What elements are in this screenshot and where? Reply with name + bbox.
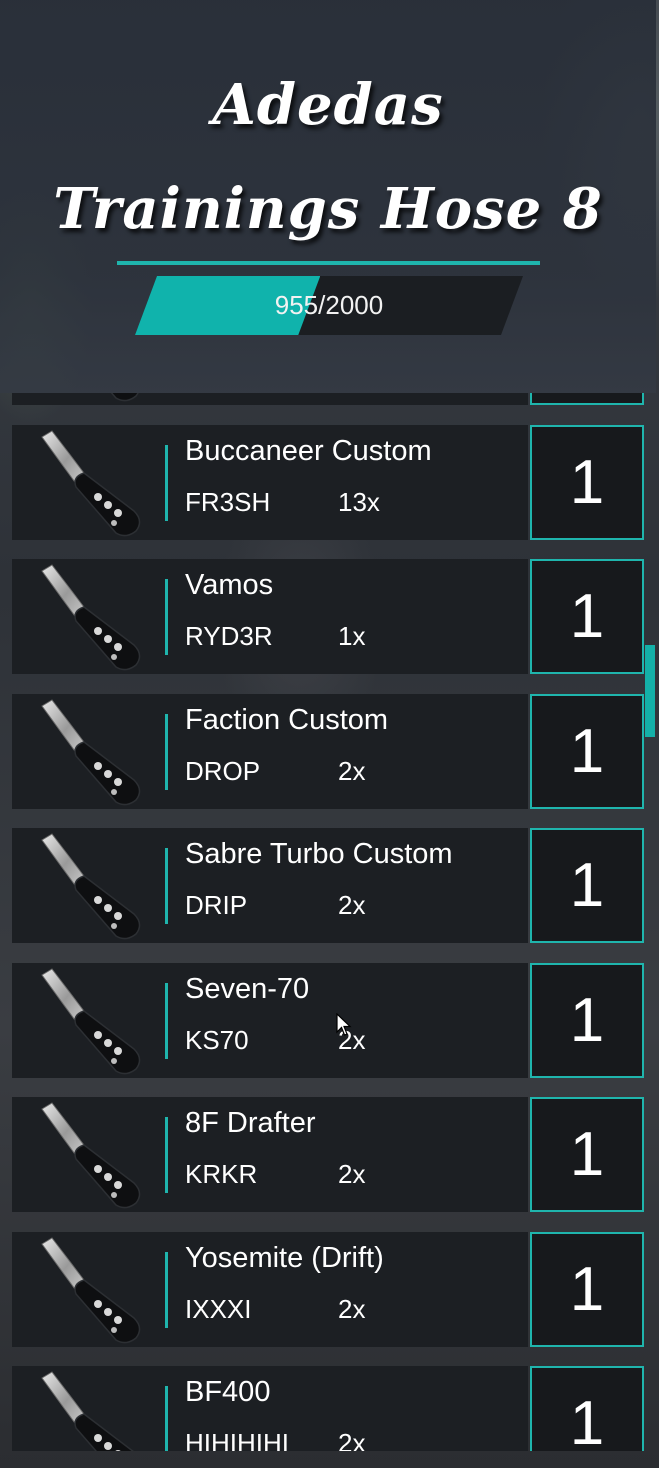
item-accent-bar [165,982,168,1059]
item-name: Vamos [185,569,274,601]
item-accent-bar [165,579,168,655]
item-quantity-box[interactable]: 1 [530,559,644,674]
item-card[interactable]: Faction Custom DROP 2x [12,693,528,809]
item-count: 2x [338,1159,366,1189]
inventory-item[interactable]: Sabre Turbo Custom DRIP 2x 1 [12,828,644,943]
car-key-icon [41,698,141,805]
item-card[interactable]: Buccaneer Custom FR3SH 13x [12,424,528,540]
item-count: 1x [338,621,366,651]
inventory-item[interactable]: Faction Custom DROP 2x 1 [12,693,644,809]
list-scrollbar-thumb[interactable] [645,645,655,737]
inventory-title-line-1: Adedas [212,72,444,138]
item-quantity-box[interactable]: 1 [530,1366,644,1451]
item-name: Sabre Turbo Custom [185,838,453,870]
item-plate: KRKR [185,1159,258,1189]
item-quantity-box[interactable] [530,393,644,405]
item-name: Buccaneer Custom [185,434,432,467]
item-quantity-box[interactable]: 1 [530,962,644,1078]
car-key-icon [41,564,141,671]
item-accent-bar [165,1251,168,1328]
item-name: 8F Drafter [185,1107,316,1139]
item-card[interactable] [12,393,528,405]
item-card[interactable]: Sabre Turbo Custom DRIP 2x [12,828,528,943]
mouse-cursor-icon [336,1013,352,1036]
inventory-item[interactable]: 8F Drafter KRKR 2x 1 [12,1097,644,1212]
item-count: 2x [338,890,366,920]
item-quantity-box[interactable]: 1 [530,424,644,540]
inventory-item[interactable] [12,393,644,405]
item-card[interactable]: Yosemite (Drift) IXXXI 2x [12,1231,528,1347]
inventory-header: Adedas Trainings Hose 8 955/2000 [0,0,656,393]
item-accent-bar [165,1117,168,1193]
item-plate: FR3SH [185,486,271,517]
item-card[interactable]: 8F Drafter KRKR 2x [12,1097,528,1212]
item-plate: RYD3R [185,621,273,651]
inventory-item[interactable]: BF400 HIHIHIHI 2x 1 [12,1366,644,1451]
item-card[interactable]: BF400 HIHIHIHI 2x [12,1366,528,1451]
car-key-icon [41,833,141,940]
item-name: Yosemite (Drift) [185,1241,384,1274]
inventory-title-line-2: Trainings Hose 8 [53,176,603,242]
item-name: Faction Custom [185,703,389,736]
item-card[interactable]: Seven-70 KS70 2x [12,962,528,1078]
item-name: BF400 [185,1376,271,1408]
item-accent-bar [165,848,168,924]
item-name: Seven-70 [185,972,310,1005]
car-key-icon [41,967,141,1074]
item-accent-bar [165,444,168,521]
inventory-item[interactable]: Yosemite (Drift) IXXXI 2x 1 [12,1231,644,1347]
car-key-icon [41,1371,134,1451]
item-count: 13x [338,486,380,517]
inventory-item[interactable]: Buccaneer Custom FR3SH 13x 1 [12,424,644,540]
item-accent-bar [165,1386,168,1451]
capacity-progress-text: 955/2000 [274,290,384,320]
item-accent-bar [165,713,168,790]
item-count: 2x [338,1293,366,1324]
item-plate: DROP [185,755,261,786]
item-quantity-box[interactable]: 1 [530,1097,644,1212]
item-count: 2x [338,1428,366,1451]
title-underline [117,261,540,265]
car-key-icon [41,429,141,536]
item-card[interactable]: Vamos RYD3R 1x [12,559,528,674]
inventory-item[interactable]: Seven-70 KS70 2x 1 [12,962,644,1078]
item-quantity-box[interactable]: 1 [530,693,644,809]
car-key-icon [41,1236,141,1343]
inventory-list[interactable]: Buccaneer Custom FR3SH 13x 1 Vamos RYD3R… [0,393,656,1451]
item-quantity-box[interactable]: 1 [530,828,644,943]
item-plate: IXXXI [185,1293,252,1324]
car-key-icon [41,1102,141,1209]
item-quantity-box[interactable]: 1 [530,1231,644,1347]
inventory-item[interactable]: Vamos RYD3R 1x 1 [12,559,644,674]
capacity-progress-bar: 955/2000 [135,276,523,335]
item-plate: HIHIHIHI [185,1428,289,1451]
car-key-icon [110,393,139,402]
item-plate: KS70 [185,1024,249,1055]
item-plate: DRIP [185,890,248,920]
item-count: 2x [338,755,366,786]
